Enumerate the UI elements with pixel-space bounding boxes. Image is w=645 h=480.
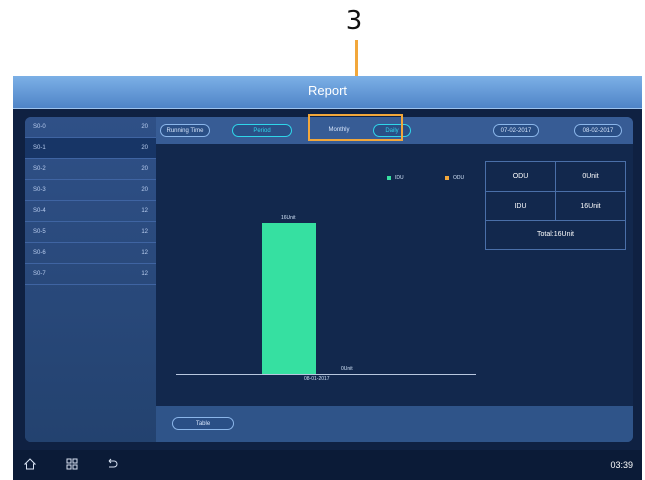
home-icon[interactable]	[23, 458, 37, 472]
back-icon[interactable]	[105, 458, 119, 472]
end-date-picker[interactable]: 08-02-2017	[574, 124, 622, 137]
sidebar-item-name: S0-4	[33, 208, 46, 214]
summary-total: Total:16Unit	[537, 231, 574, 238]
sidebar-item-count: 20	[141, 145, 148, 151]
status-bar: 03:39	[13, 450, 642, 480]
sidebar-item-name: S0-1	[33, 145, 46, 151]
sidebar-item-s0-6[interactable]: S0-6 12	[25, 243, 156, 264]
sidebar-item-s0-2[interactable]: S0-2 20	[25, 159, 156, 180]
sidebar-item-name: S0-7	[33, 271, 46, 277]
legend-idu-label: IDU	[395, 175, 404, 181]
sidebar: S0-0 20 S0-1 20 S0-2 20 S0-3 20 S0-4 12 …	[25, 117, 157, 442]
sidebar-item-s0-0[interactable]: S0-0 20	[25, 117, 156, 138]
running-time-chip[interactable]: Running Time	[160, 124, 210, 137]
bar-chart-plot: 16Unit 0Unit 08-01-2017	[176, 184, 476, 384]
sidebar-item-count: 20	[141, 124, 148, 130]
sidebar-item-name: S0-0	[33, 124, 46, 130]
page-title: Report	[307, 83, 348, 98]
sidebar-item-count: 12	[141, 271, 148, 277]
grid-icon[interactable]	[65, 458, 79, 472]
start-date-picker[interactable]: 07-02-2017	[493, 124, 539, 137]
sidebar-item-name: S0-2	[33, 166, 46, 172]
bottom-toolbar: Table	[156, 406, 633, 442]
sidebar-item-s0-7[interactable]: S0-7 12	[25, 264, 156, 285]
annotation-number: 3	[345, 6, 363, 36]
legend-odu: ODU	[445, 175, 464, 181]
sidebar-item-count: 20	[141, 166, 148, 172]
clock-time: 03:39	[610, 460, 633, 470]
chart-area: IDU ODU 16Unit 0Unit 08-01-2017 ODU 0Unit …	[156, 144, 633, 406]
legend-odu-label: ODU	[453, 175, 465, 181]
sidebar-item-count: 12	[141, 208, 148, 214]
sidebar-item-s0-5[interactable]: S0-5 12	[25, 222, 156, 243]
data-label-odu: 0Unit	[341, 366, 353, 372]
legend-odu-swatch	[445, 175, 449, 180]
bar-idu	[262, 223, 316, 374]
summary-odu-value: 0Unit	[556, 162, 625, 192]
report-panel: S0-0 20 S0-1 20 S0-2 20 S0-3 20 S0-4 12 …	[25, 117, 633, 442]
title-bar: Report	[13, 76, 642, 109]
summary-idu-label: IDU	[486, 192, 556, 221]
sidebar-item-name: S0-3	[33, 187, 46, 193]
sidebar-item-name: S0-6	[33, 250, 46, 256]
legend-idu-swatch	[387, 175, 391, 180]
summary-idu-value: 16Unit	[556, 192, 625, 221]
legend-idu: IDU	[387, 175, 404, 181]
period-select[interactable]: Period	[232, 124, 292, 137]
sidebar-item-name: S0-5	[33, 229, 46, 235]
sidebar-item-s0-4[interactable]: S0-4 12	[25, 201, 156, 222]
table-view-button[interactable]: Table	[172, 417, 234, 430]
x-tick-label: 08-01-2017	[304, 376, 330, 382]
data-label-idu: 16Unit	[281, 215, 296, 221]
sidebar-item-s0-1[interactable]: S0-1 20	[25, 138, 156, 159]
sidebar-item-count: 12	[141, 229, 148, 235]
annotation-highlight-box	[308, 114, 403, 141]
summary-table: ODU 0Unit IDU 16Unit Total:16Unit	[485, 161, 626, 250]
sidebar-item-count: 20	[141, 187, 148, 193]
sidebar-item-count: 12	[141, 250, 148, 256]
x-axis-line	[176, 374, 476, 375]
sidebar-item-s0-3[interactable]: S0-3 20	[25, 180, 156, 201]
summary-odu-label: ODU	[486, 162, 556, 192]
